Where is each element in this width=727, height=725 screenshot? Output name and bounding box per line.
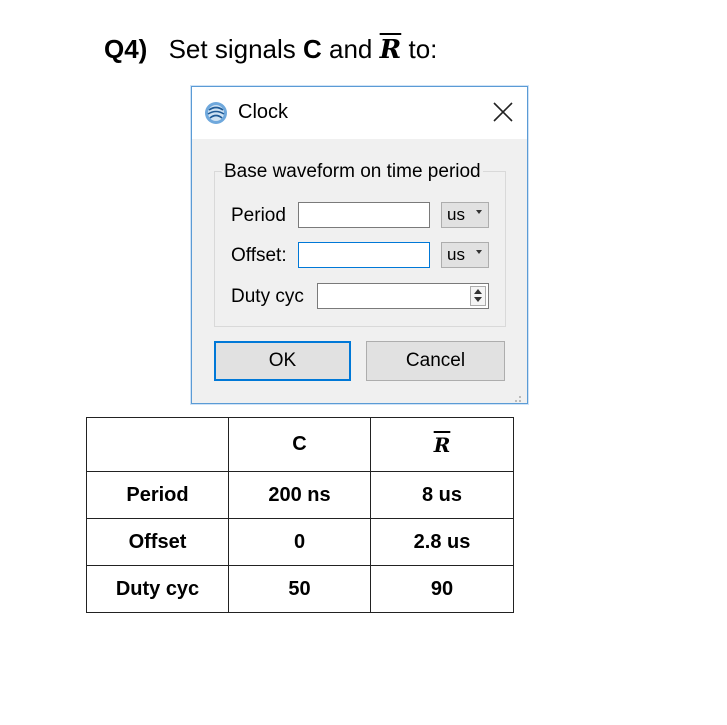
resize-grip-icon[interactable] (514, 390, 522, 402)
duty-cycle-spinbox[interactable] (317, 283, 489, 309)
table-row: Duty cyc 50 90 (86, 565, 514, 613)
table-cell: 2.8 us (370, 518, 514, 566)
close-button[interactable] (485, 95, 521, 129)
chevron-down-icon (476, 250, 482, 254)
table-cell: 200 ns (228, 471, 371, 519)
table-header-cell: C (228, 417, 371, 472)
table-row-label: Offset (86, 518, 229, 566)
duty-cycle-label: Duty cyc (231, 286, 304, 307)
table-cell: 50 (228, 565, 371, 613)
question-number: Q4) (104, 34, 148, 64)
signal-parameter-table: C R Period 200 ns 8 us Offset 0 2.8 us D… (86, 417, 514, 613)
signal-c-label: C (303, 34, 322, 64)
period-input[interactable] (298, 202, 430, 228)
table-cell: 0 (228, 518, 371, 566)
table-header-row: C R (86, 417, 514, 472)
table-row-label: Period (86, 471, 229, 519)
spin-up-icon[interactable] (474, 289, 482, 294)
offset-unit-value: us (447, 245, 465, 264)
groupbox-label: Base waveform on time period (222, 161, 483, 183)
offset-label: Offset: (231, 245, 287, 266)
offset-unit-select[interactable]: us (441, 242, 489, 268)
heading-text-and: and (329, 34, 373, 64)
period-unit-value: us (447, 205, 465, 224)
table-header-cell (86, 417, 229, 472)
table-row-label: Duty cyc (86, 565, 229, 613)
table-cell: 8 us (370, 471, 514, 519)
spin-down-icon[interactable] (474, 297, 482, 302)
heading-text-pre: Set signals (168, 34, 296, 64)
table-header-cell: R (370, 417, 514, 472)
chevron-down-icon (476, 210, 482, 214)
clock-app-icon (204, 101, 228, 125)
period-label: Period (231, 205, 286, 226)
close-icon (493, 102, 513, 122)
signal-r-bar-label: R (379, 35, 402, 65)
clock-dialog: Clock Base waveform on time period Perio… (191, 86, 528, 404)
cancel-button[interactable]: Cancel (366, 341, 505, 381)
question-heading: Q4) Set signals C and R to: (104, 34, 437, 65)
table-row: Offset 0 2.8 us (86, 518, 514, 566)
table-row: Period 200 ns 8 us (86, 471, 514, 519)
table-cell: 90 (370, 565, 514, 613)
dialog-titlebar[interactable]: Clock (192, 87, 527, 139)
period-unit-select[interactable]: us (441, 202, 489, 228)
dialog-title: Clock (238, 101, 289, 123)
offset-input[interactable] (298, 242, 430, 268)
heading-text-post: to: (408, 34, 438, 64)
spinner-control (470, 286, 486, 306)
ok-button[interactable]: OK (214, 341, 351, 381)
